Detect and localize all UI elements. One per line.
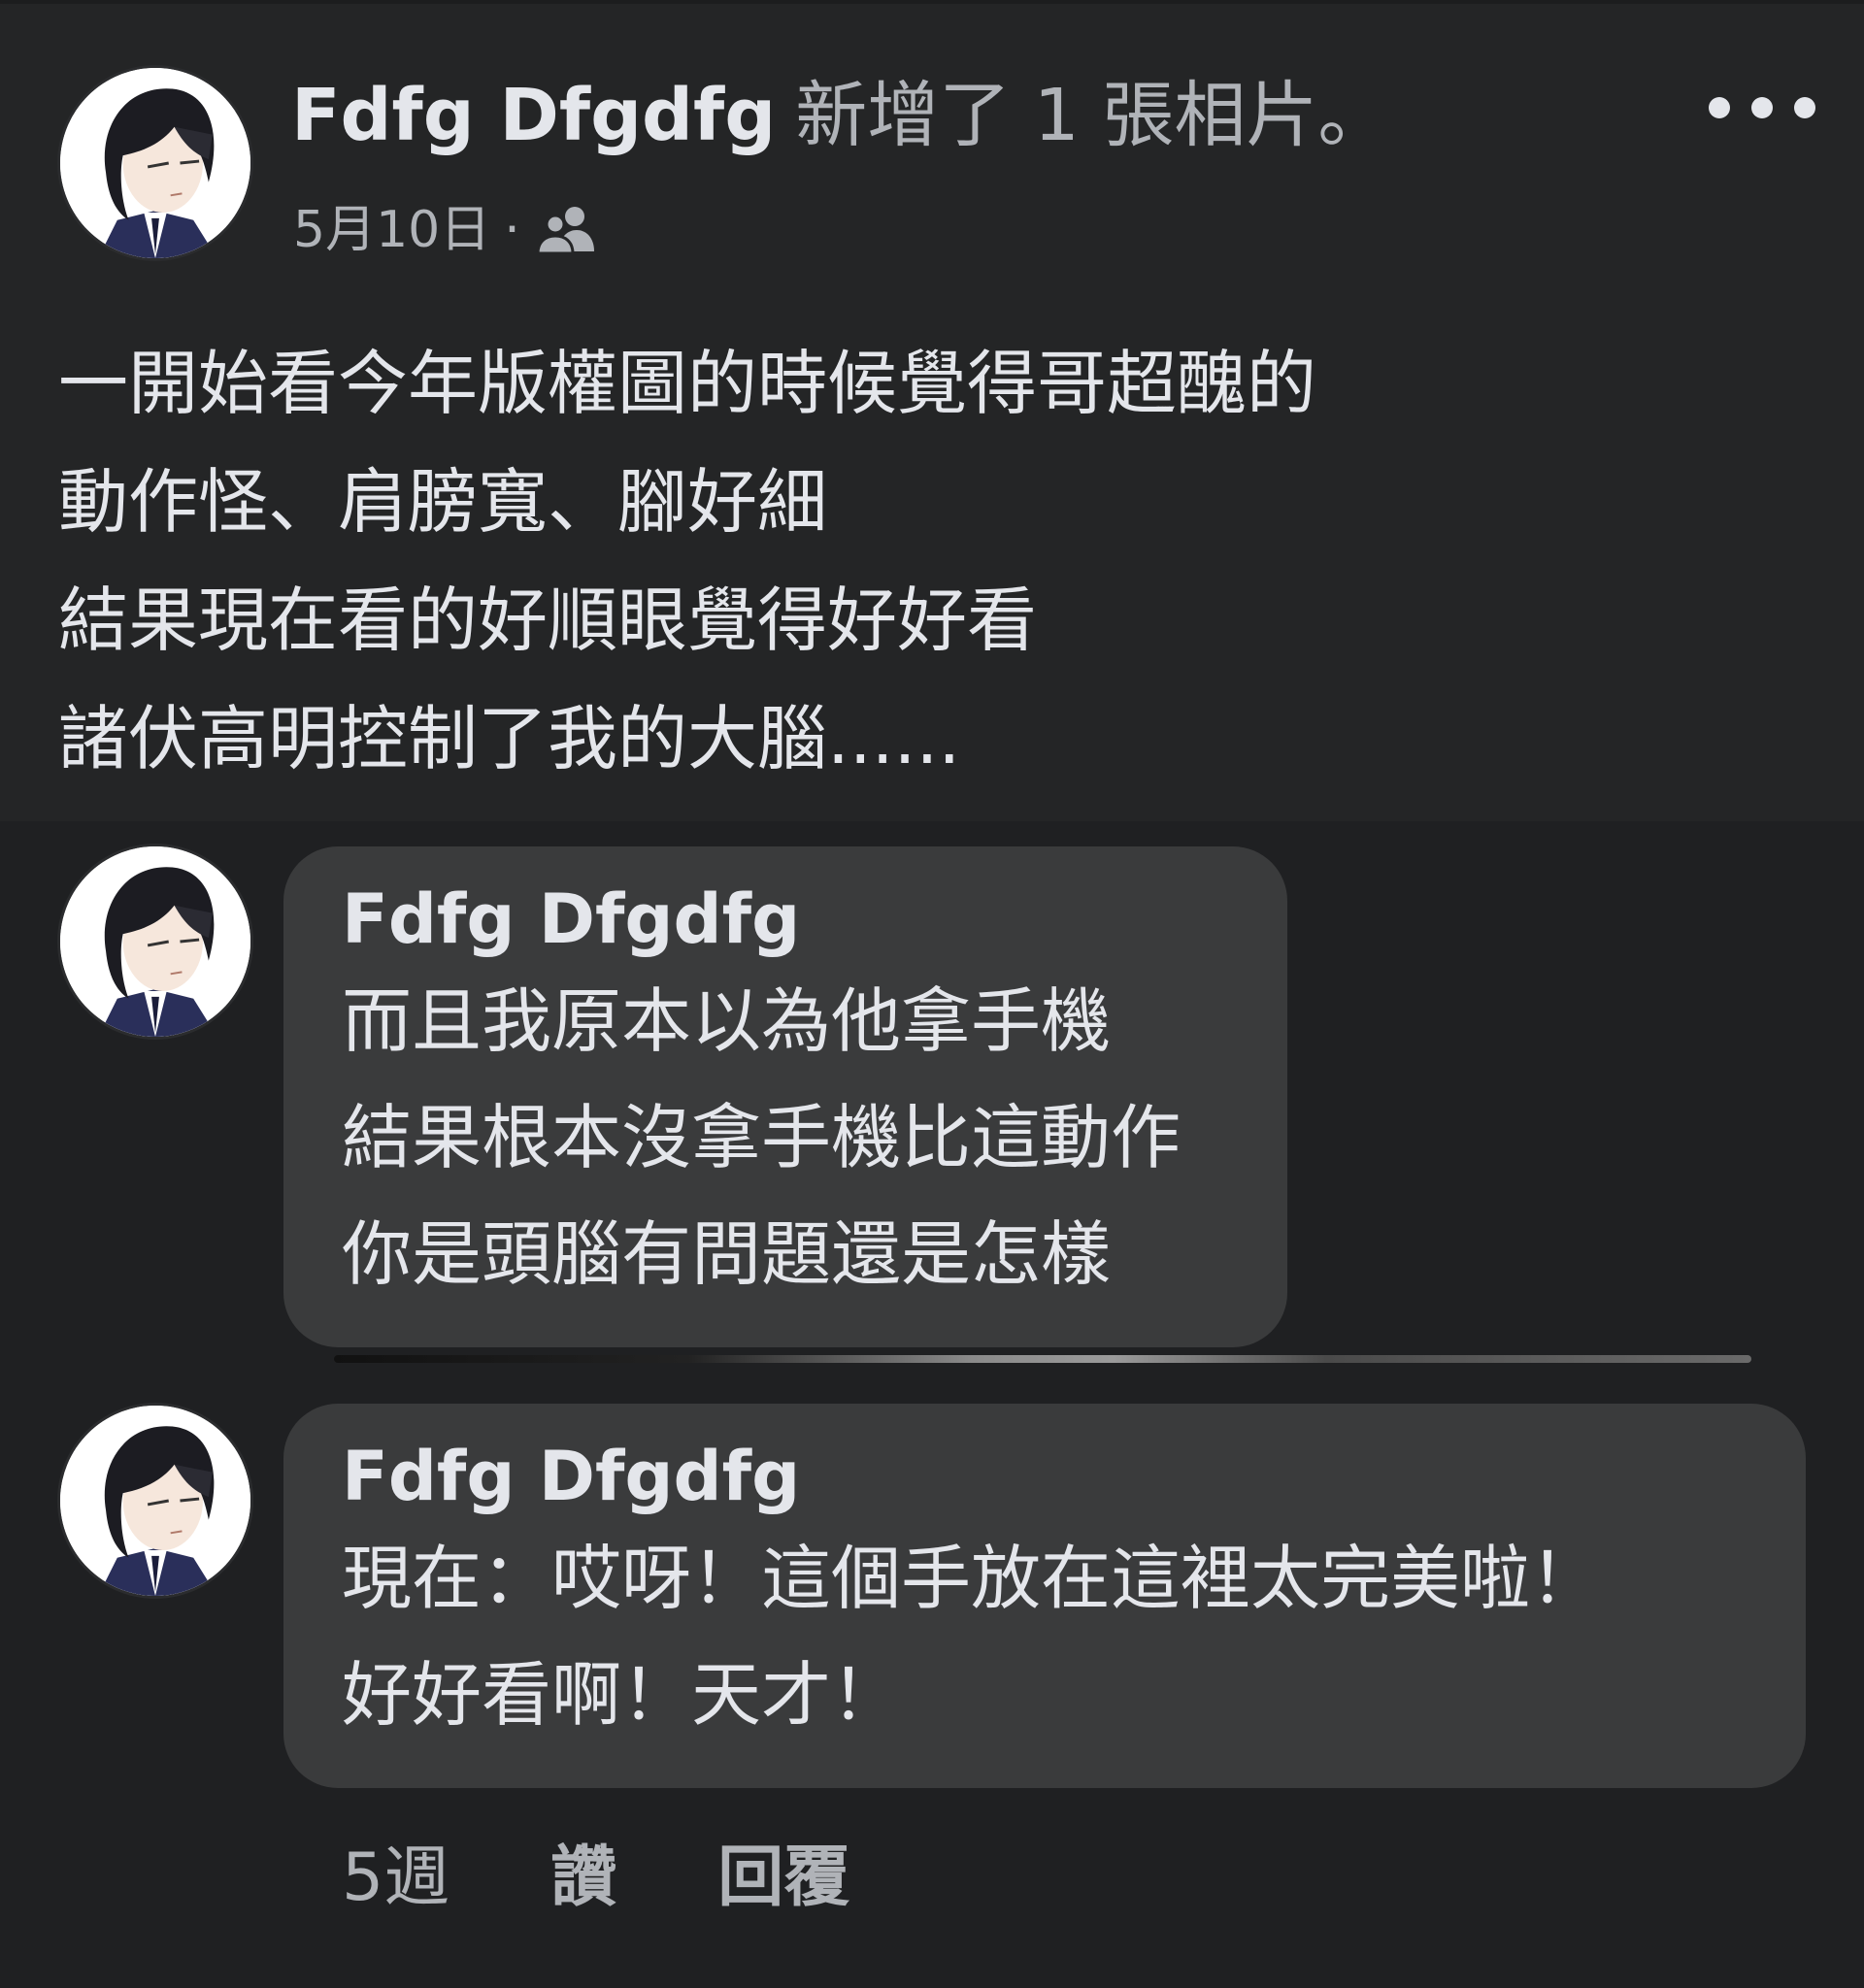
comment-actions: 5週 讚 回覆 [342,1835,950,1922]
post-text-line: 結果現在看的好順眼覺得好好看 [58,580,1038,661]
meta-separator: · [504,201,520,259]
post-text-line: 諸伏高明控制了我的大腦...... [58,698,961,779]
comment-text-line: 好好看啊！天才！ [342,1654,902,1736]
post-text-line: 動作怪、肩膀寬、腳好細 [58,461,828,543]
more-options-button[interactable] [1709,83,1815,132]
post-author-avatar[interactable] [60,68,250,258]
post-author-name[interactable]: Fdfg Dfgdfg [291,74,776,157]
comment-text-line: 現在：哎呀！這個手放在這裡太完美啦！ [342,1538,1601,1619]
comment-author-avatar[interactable] [60,1406,250,1596]
friends-icon[interactable] [534,203,598,257]
attached-media-edge [334,1355,1751,1363]
post-text-line: 一開始看今年版權圖的時候覺得哥超醜的 [58,343,1317,424]
avatar-image [60,846,250,1037]
more-options-icon-dot [1751,97,1773,118]
comment-bubble[interactable]: Fdfg Dfgdfg 現在：哎呀！這個手放在這裡太完美啦！ 好好看啊！天才！ [283,1404,1806,1788]
post-header: Fdfg Dfgdfg 新增了 1 張相片。 [291,72,1389,159]
avatar-image [60,1406,250,1596]
like-button[interactable]: 讚 [550,1835,616,1922]
comment-author-avatar[interactable] [60,846,250,1037]
comment-bubble[interactable]: Fdfg Dfgdfg 而且我原本以為他拿手機 結果根本沒拿手機比這動作 你是頭… [283,846,1287,1347]
comment-text-line: 結果根本沒拿手機比這動作 [342,1097,1182,1178]
post-meta: 5月10日 · [293,196,598,264]
comment-timestamp[interactable]: 5週 [342,1835,449,1922]
more-options-icon-dot [1794,97,1815,118]
post-action-text: 新增了 1 張相片。 [795,74,1390,157]
more-options-icon-dot [1709,97,1730,118]
avatar-image [60,68,250,258]
comment-author-name[interactable]: Fdfg Dfgdfg [342,876,1229,963]
post-date[interactable]: 5月10日 [293,196,490,264]
comment-text-line: 你是頭腦有問題還是怎樣 [342,1213,1112,1295]
comment-author-name[interactable]: Fdfg Dfgdfg [342,1433,1748,1520]
comment-text-line: 而且我原本以為他拿手機 [342,980,1112,1062]
post-card: Fdfg Dfgdfg 新增了 1 張相片。 5月10日 · 一開始看今年版權圖的… [0,0,1864,825]
reply-button[interactable]: 回覆 [717,1835,849,1922]
post-body: 一開始看今年版權圖的時候覺得哥超醜的 動作怪、肩膀寬、腳好細 結果現在看的好順眼… [58,324,1806,798]
